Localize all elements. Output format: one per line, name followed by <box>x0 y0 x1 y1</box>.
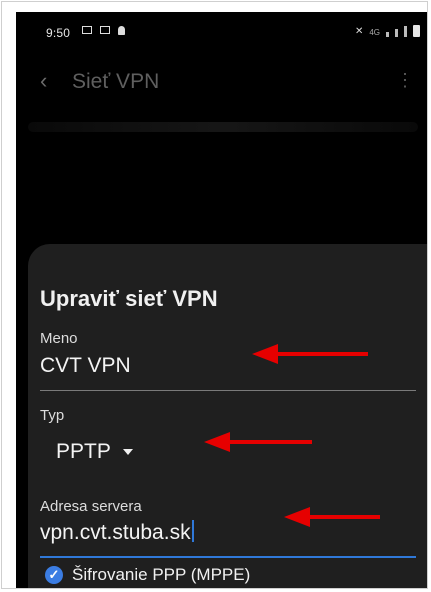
arrow-head-icon <box>204 432 230 452</box>
text-cursor <box>191 520 194 542</box>
app-bar: ‹ Sieť VPN ⋮ <box>16 64 427 104</box>
server-address-input[interactable]: vpn.cvt.stuba.sk <box>40 520 194 545</box>
gallery-icon <box>82 26 92 34</box>
mppe-checkbox-label[interactable]: Šifrovanie PPP (MPPE) <box>72 565 250 585</box>
name-input[interactable]: CVT VPN <box>40 354 131 378</box>
signal-icon <box>404 26 407 37</box>
edit-vpn-dialog: Upraviť sieť VPN Meno CVT VPN Typ PPTP A… <box>28 244 427 588</box>
network-type-label: 4G <box>369 28 380 37</box>
name-field-label: Meno <box>40 330 78 347</box>
back-arrow-icon[interactable]: ‹ <box>40 68 47 94</box>
battery-icon <box>413 25 420 37</box>
screenshot-frame: 9:50 ✕ 4G ‹ Sieť VPN ⋮ Upraviť sieť VPN <box>1 1 428 589</box>
dropdown-arrow-icon <box>122 449 133 456</box>
bell-icon <box>118 26 125 35</box>
annotation-arrow <box>204 432 312 452</box>
type-selected-value: PPTP <box>56 440 111 463</box>
dialog-title: Upraviť sieť VPN <box>40 286 218 311</box>
notification-icons <box>82 26 125 35</box>
type-field-label: Typ <box>40 407 65 424</box>
status-time: 9:50 <box>46 26 71 40</box>
type-dropdown[interactable]: PPTP <box>56 440 133 464</box>
mppe-checkbox[interactable]: ✓ <box>45 566 63 584</box>
more-options-icon[interactable]: ⋮ <box>396 70 414 91</box>
server-field-label: Adresa servera <box>40 498 142 515</box>
annotation-arrow <box>284 507 380 527</box>
system-icons: ✕ 4G <box>355 25 420 37</box>
background-list-divider <box>28 122 418 132</box>
signal-icon <box>386 32 389 37</box>
status-bar: 9:50 ✕ 4G <box>16 12 427 52</box>
mute-icon: ✕ <box>354 26 364 37</box>
arrow-head-icon <box>284 507 310 527</box>
server-address-value: vpn.cvt.stuba.sk <box>40 521 191 544</box>
name-field-underline <box>40 390 416 391</box>
annotation-arrow <box>252 344 368 364</box>
screen-icon <box>100 26 110 34</box>
arrow-head-icon <box>252 344 278 364</box>
server-field-underline <box>40 556 416 558</box>
signal-icon <box>395 29 398 37</box>
phone-screen: 9:50 ✕ 4G ‹ Sieť VPN ⋮ Upraviť sieť VPN <box>16 12 427 588</box>
page-title: Sieť VPN <box>72 70 160 93</box>
